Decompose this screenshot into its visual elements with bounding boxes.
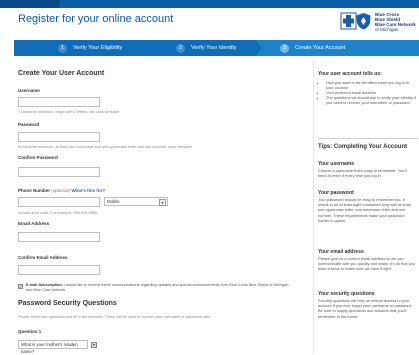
tip-email-text: Please give us a current email address s… <box>318 256 415 272</box>
email-subscription-checkbox[interactable]: ✓ <box>18 284 23 289</box>
question1-select[interactable]: What is your mother's maiden name? <box>18 340 88 354</box>
security-questions-heading: Password Security Questions <box>18 300 117 307</box>
username-label: Username <box>18 88 40 93</box>
tells-list: How you want to be identified when you l… <box>318 80 416 105</box>
password-hint: 8 character minimum, at least one lowerc… <box>18 145 192 149</box>
phone-label-text: Phone Number <box>18 188 51 193</box>
confirm-password-label: Confirm Password <box>18 155 58 160</box>
email-input[interactable] <box>18 232 100 242</box>
email-subscription-text: E-mail Subscription: I would like to rec… <box>26 283 294 293</box>
phone-hint: Include area code. For example, 555-555-… <box>18 211 98 215</box>
confirm-password-input[interactable] <box>18 167 100 177</box>
step-create-account: 3 Create Your Account <box>256 40 419 56</box>
tip-username-heading: Your username <box>318 161 355 167</box>
tip-password-text: Your password should be easy to remember… <box>318 197 411 223</box>
username-input[interactable] <box>18 97 100 107</box>
top-banner-tab <box>0 0 60 8</box>
email-label: Email Address <box>18 221 50 226</box>
blue-shield-icon <box>356 13 371 30</box>
security-hint: Please select two questions and fill in … <box>18 315 212 319</box>
column-divider <box>313 60 314 354</box>
tells-item: The questions we should ask to verify yo… <box>326 95 416 105</box>
username-hint: 7 character minimum, begin with 2 letter… <box>18 110 120 114</box>
password-label: Password <box>18 122 40 127</box>
step-label: Verify Your Eligibility <box>73 45 123 51</box>
confirm-email-label: Confirm Email Address <box>18 255 68 260</box>
step-number: 3 <box>280 43 289 53</box>
logo-text: Blue Cross Blue Shield Blue Care Network… <box>375 12 416 32</box>
subscription-body: I would like to receive future communica… <box>26 283 289 292</box>
tip-email-heading: Your email address <box>318 249 364 255</box>
tips-heading: Tips: Completing Your Account <box>318 144 408 150</box>
tells-item: How you want to be identified when you l… <box>326 80 416 90</box>
step-verify-identity: 2 Verify Your Identity <box>146 40 262 56</box>
confirm-email-input[interactable] <box>18 265 100 275</box>
question1-value: What is your mother's maiden name? <box>21 342 78 354</box>
step-verify-eligibility: 1 Verify Your Eligibility <box>14 40 152 56</box>
tip-security-heading: Your security questions <box>318 291 375 297</box>
phone-whats-this-link[interactable]: What's this for? <box>71 188 105 193</box>
chevron-down-icon: ▾ <box>159 199 166 206</box>
step-arrow-icon <box>146 40 152 56</box>
phone-type-value: Mobile <box>107 199 120 204</box>
step-arrow-icon <box>256 40 262 56</box>
step-label: Create Your Account <box>295 45 346 51</box>
bcbs-logo: Blue Cross Blue Shield Blue Care Network… <box>340 10 416 34</box>
password-input[interactable] <box>18 132 100 142</box>
phone-input[interactable] <box>18 197 100 207</box>
phone-optional: (optional) <box>51 188 71 193</box>
form-heading: Create Your User Account <box>18 70 105 77</box>
phone-label: Phone Number (optional) What's this for? <box>18 188 105 193</box>
tip-password-heading: Your password <box>318 190 354 196</box>
step-number: 1 <box>58 43 67 53</box>
tells-heading: Your user account tells us: <box>318 71 382 77</box>
subscription-bold: E-mail Subscription: <box>26 283 63 287</box>
tip-username-text: Choose a username that's easy to remembe… <box>318 168 407 179</box>
logo-line-4: of Michigan <box>375 27 399 33</box>
phone-type-select[interactable]: Mobile ▾ <box>104 197 168 206</box>
step-label: Verify Your Identity <box>191 45 237 51</box>
progress-steps: 1 Verify Your Eligibility 2 Verify Your … <box>14 40 419 56</box>
step-number: 2 <box>176 43 185 53</box>
sidebar-divider <box>318 138 418 139</box>
top-banner <box>0 0 419 8</box>
tip-security-text: Security questions will help us restore … <box>318 298 413 319</box>
page-title: Register for your online account <box>18 13 174 25</box>
question1-label: Question 1 <box>18 329 42 334</box>
chevron-down-icon[interactable]: ▾ <box>91 342 97 348</box>
